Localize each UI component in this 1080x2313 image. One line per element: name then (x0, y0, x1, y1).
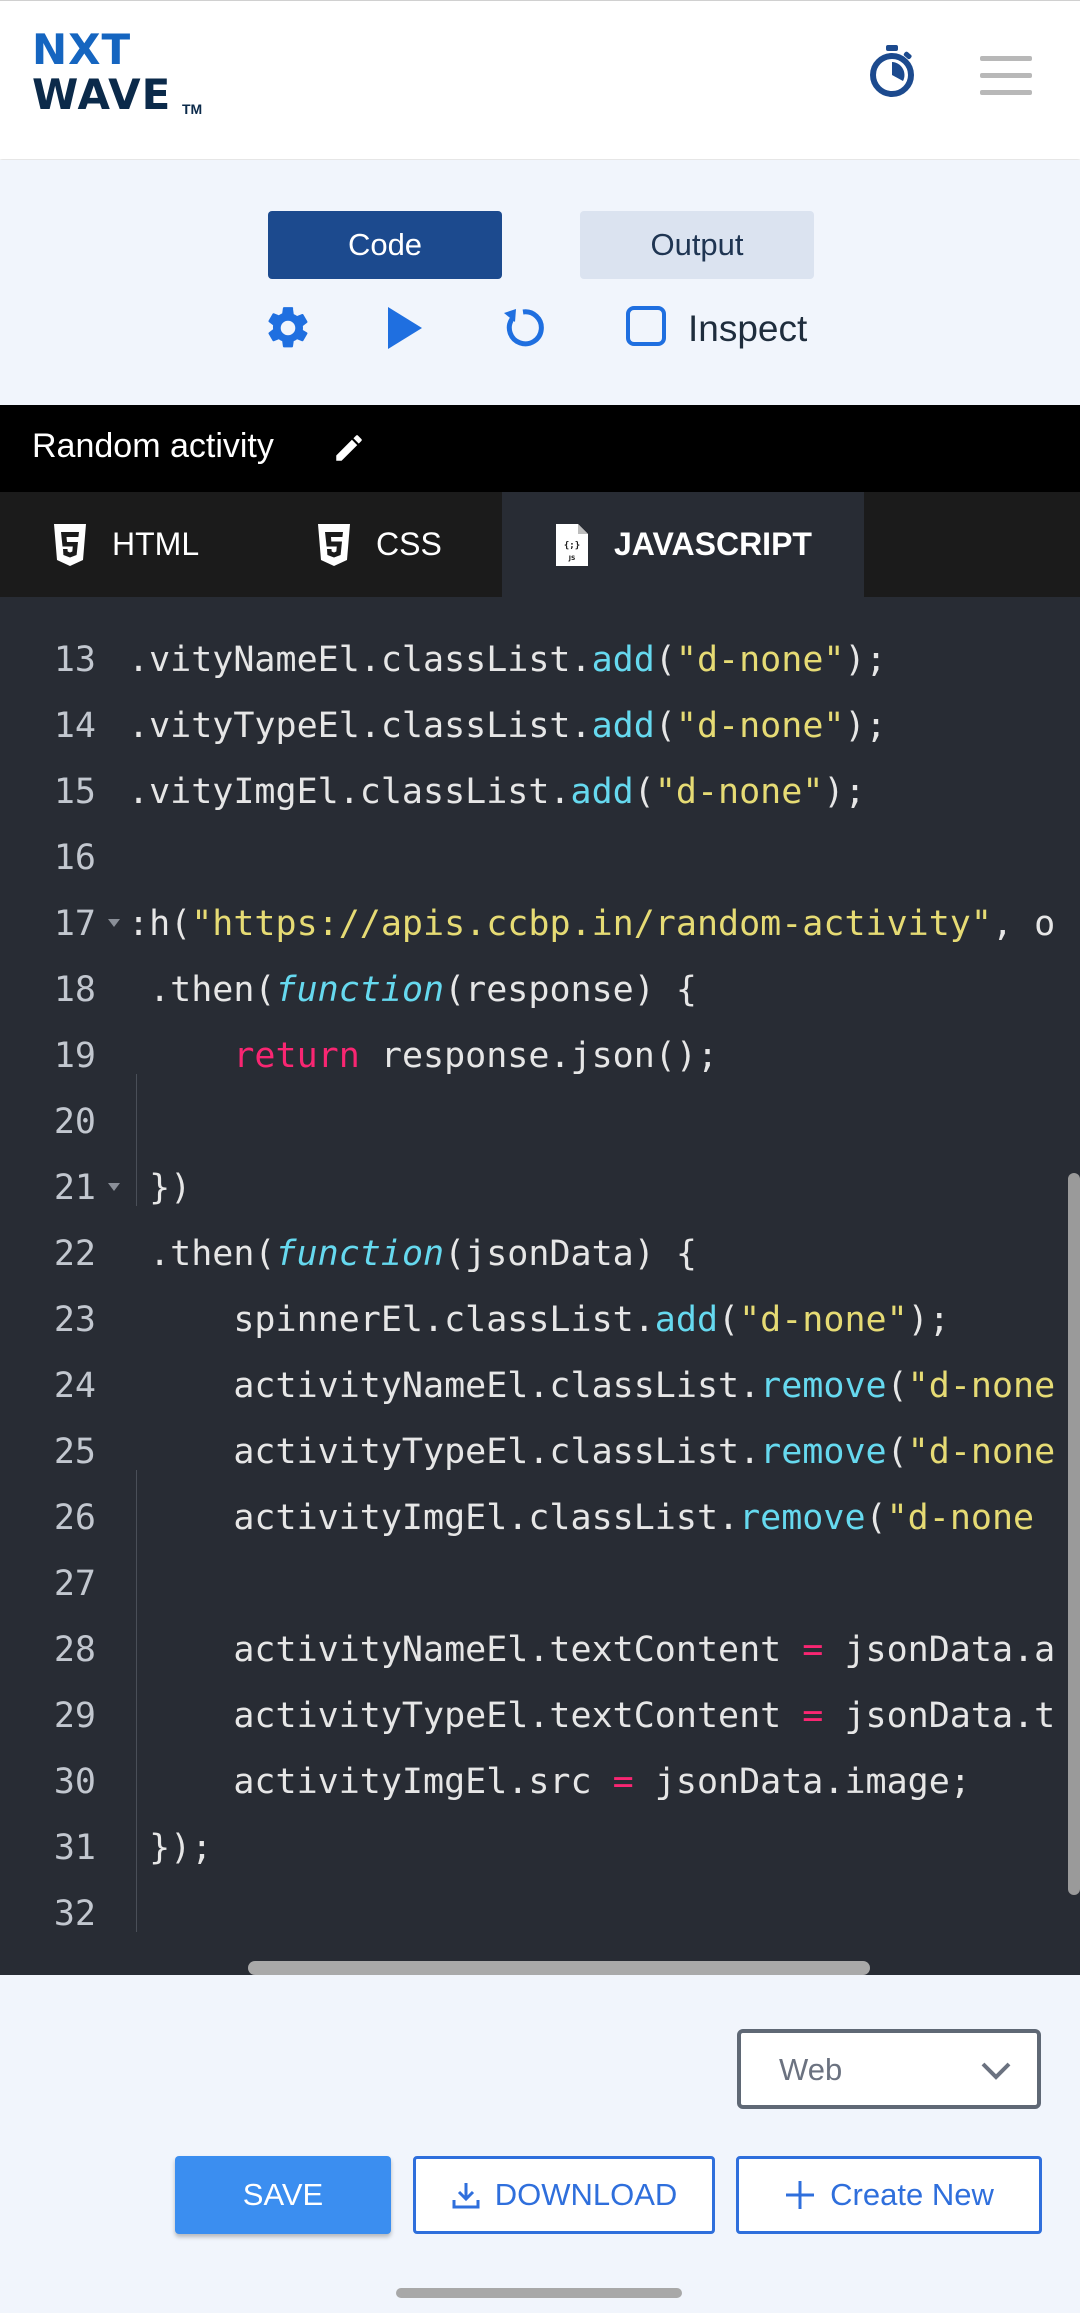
vertical-scrollbar[interactable] (1068, 1173, 1080, 1895)
bottom-actions: Web SAVE DOWNLOAD Create New (0, 1975, 1080, 2313)
code-line: 27 (53, 1564, 96, 1604)
download-label: DOWNLOAD (494, 2177, 678, 2212)
js-file-icon: {;} JS (556, 523, 588, 566)
code-line: 15 .vityImgEl.classList.add("d-none"); (53, 772, 866, 812)
code-line: 24 activityNameEl.classList.remove("d-no… (53, 1366, 1056, 1406)
code-line: 26 activityImgEl.classList.remove("d-non… (53, 1498, 1035, 1538)
create-new-label: Create New (830, 2177, 994, 2212)
code-line: 30 activityImgEl.src = jsonData.image; (53, 1762, 971, 1802)
download-icon (452, 2183, 480, 2209)
download-button[interactable]: DOWNLOAD (413, 2156, 715, 2234)
code-line: 23 spinnerEl.classList.add("d-none"); (53, 1300, 950, 1340)
plus-icon (786, 2181, 815, 2209)
project-title: Random activity (32, 427, 274, 465)
code-line: 13 .vityNameEl.classList.add("d-none"); (53, 640, 887, 680)
fold-arrow-icon (108, 1183, 120, 1191)
play-icon[interactable] (378, 303, 428, 353)
app-header: NXT WAVE TM (0, 0, 1080, 159)
logo-text-bottom: WAVE (32, 70, 172, 119)
logo-text-top: NXT (32, 25, 132, 74)
output-view-button[interactable]: Output (580, 211, 814, 279)
project-title-bar: Random activity (0, 405, 1080, 492)
hamburger-menu-icon[interactable] (980, 56, 1032, 96)
svg-text:{;}: {;} (564, 541, 580, 551)
editor-controls: Code Output Inspect (0, 160, 1080, 405)
save-button[interactable]: SAVE (175, 2156, 391, 2234)
code-line: 28 activityNameEl.textContent = jsonData… (53, 1630, 1056, 1670)
create-new-button[interactable]: Create New (736, 2156, 1042, 2234)
code-line: 16 (53, 838, 96, 878)
tab-javascript[interactable]: {;} JS JAVASCRIPT (502, 492, 864, 597)
fold-arrow-icon (108, 919, 120, 927)
logo-trademark: TM (182, 101, 203, 117)
code-line: 21 }) (53, 1168, 192, 1208)
code-line: 32 (53, 1894, 96, 1934)
tab-html-label: HTML (112, 526, 200, 562)
code-line: 31 }); (53, 1828, 213, 1868)
tab-css[interactable]: CSS (316, 492, 442, 597)
inspect-checkbox[interactable] (626, 306, 666, 346)
code-line: 25 activityTypeEl.classList.remove("d-no… (53, 1432, 1056, 1472)
code-line: 20 (53, 1102, 96, 1142)
code-line: 29 activityTypeEl.textContent = jsonData… (53, 1696, 1056, 1736)
css3-icon (318, 523, 350, 566)
gear-icon[interactable] (263, 303, 313, 353)
code-line: 22 .then(function(jsonData) { (0, 1155, 1080, 1274)
tab-javascript-label: JAVASCRIPT (614, 526, 812, 562)
home-indicator[interactable] (396, 2288, 682, 2298)
stopwatch-icon[interactable] (866, 43, 918, 99)
device-select-value: Web (779, 2052, 843, 2087)
pencil-icon[interactable] (332, 431, 366, 465)
code-view-button[interactable]: Code (268, 211, 502, 279)
file-tabs: HTML CSS {;} JS JAVASCRIPT (0, 492, 1080, 597)
refresh-icon[interactable] (498, 303, 548, 353)
inspect-label[interactable]: Inspect (688, 308, 807, 350)
svg-text:JS: JS (568, 555, 576, 562)
code-line: 19 return response.json(); (53, 1036, 719, 1076)
html5-icon (54, 523, 86, 566)
code-line: 18 .then(function(response) { (0, 891, 1080, 1010)
code-editor[interactable]: 13 .vityNameEl.classList.add("d-none"); 1… (0, 597, 1080, 1975)
nxtwave-logo[interactable]: NXT WAVE TM (32, 29, 222, 129)
device-select[interactable]: Web (737, 2029, 1041, 2109)
tab-css-label: CSS (376, 526, 442, 562)
horizontal-scrollbar[interactable] (248, 1961, 870, 1975)
code-line: 17:h("https://apis.ccbp.in/random-activi… (53, 904, 1056, 944)
code-line: 14 .vityTypeEl.classList.add("d-none"); (53, 706, 887, 746)
chevron-down-icon (981, 2062, 1011, 2080)
tab-html[interactable]: HTML (52, 492, 199, 597)
